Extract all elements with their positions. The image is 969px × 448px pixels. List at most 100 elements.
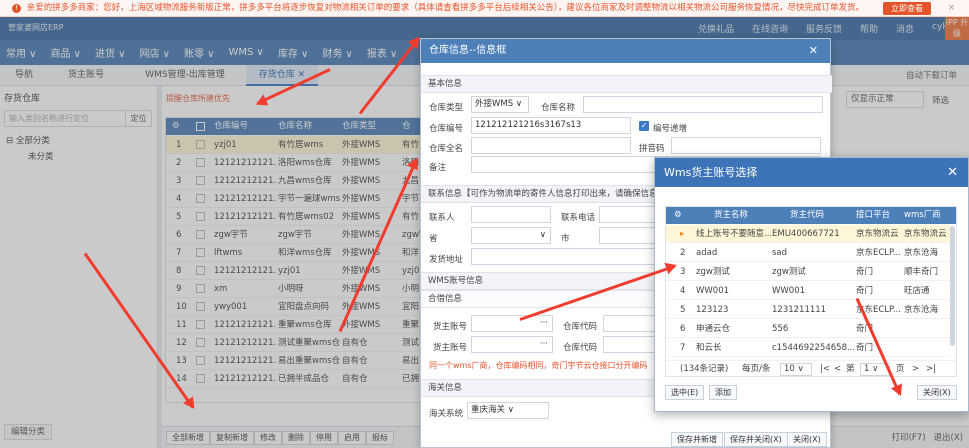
pinyin-field[interactable] xyxy=(671,137,821,154)
save-close-button[interactable]: 保存并关闭(X) xyxy=(724,432,788,447)
dialog-title: 仓库信息--信息框 xyxy=(429,45,507,56)
close-icon[interactable]: × xyxy=(948,0,955,16)
cell-vendor: 京东沧海 xyxy=(904,305,939,315)
label-customs: 海关系统 xyxy=(429,409,464,419)
pager: (134条记录) 每页/条 10 ∨ |< < 第 1 ∨ 页 > >| xyxy=(666,360,956,376)
label-warehouse-code-2: 仓库代码 xyxy=(563,343,598,353)
province-select[interactable]: ∨ xyxy=(471,227,551,244)
owner-table: ⚙ 货主名称 货主代码 接口平台 wms厂商 ▸ 线上账号不要随意... EMU40… xyxy=(665,206,957,377)
cell-code: zgw测试 xyxy=(772,267,806,277)
per-page-value: 10 xyxy=(784,364,795,374)
cell-name: adad xyxy=(696,248,718,258)
close-icon[interactable]: ✕ xyxy=(947,158,958,187)
page-suffix: 页 xyxy=(896,364,905,374)
label-province: 省 xyxy=(429,234,438,244)
close-button[interactable]: 关闭(X) xyxy=(917,385,957,400)
save-new-button[interactable]: 保存并新增 xyxy=(671,432,723,447)
label-address: 发货地址 xyxy=(429,255,464,265)
wms-owner-select-dialog: Wms货主账号选择 ✕ ⚙ 货主名称 货主代码 接口平台 wms厂商 ▸ 线上账号… xyxy=(654,157,969,412)
label-name: 仓库名称 xyxy=(541,103,576,113)
cell-code: sad xyxy=(772,248,788,258)
table-header: ⚙ 货主名称 货主代码 接口平台 wms厂商 xyxy=(666,207,956,224)
last-page-button[interactable]: >| xyxy=(926,361,936,376)
cell-name: 线上账号不要随意... xyxy=(696,229,773,239)
customs-select[interactable]: 重庆海关 ∨ xyxy=(467,402,549,419)
label-pinyin: 拼音码 xyxy=(639,144,665,154)
cell-vendor: 京东物流云 xyxy=(904,229,947,239)
prev-page-button[interactable]: < xyxy=(834,361,841,376)
col-platform[interactable]: 接口平台 xyxy=(856,207,890,224)
page-label: 第 xyxy=(846,364,855,374)
cell-code: 1231211111 xyxy=(772,305,827,315)
notice-text: 亲爱的拼多多商家：您好，上海区域物流服务新版正常，拼多多平台将逐步恢复对物流相关… xyxy=(26,3,864,13)
label-city: 市 xyxy=(561,234,570,244)
page-value: 1 xyxy=(864,364,870,374)
cell-code: EMU400667721 xyxy=(772,229,840,239)
label-type: 仓库类型 xyxy=(429,103,464,113)
label-contact: 联系人 xyxy=(429,213,455,223)
label-warehouse-code: 仓库代码 xyxy=(563,322,598,332)
close-button[interactable]: 关闭(X) xyxy=(787,432,827,447)
owner-account-field[interactable]: ··· xyxy=(471,315,553,332)
close-icon[interactable]: ✕ xyxy=(809,39,818,63)
cell-plat: 奇门 xyxy=(856,324,874,334)
total-records: (134条记录) xyxy=(680,364,729,374)
owner-row[interactable]: 6 申通云仓 556 奇门 xyxy=(666,320,950,338)
per-page-label: 每页/条 xyxy=(742,364,771,374)
cell-plat: 奇门 xyxy=(856,267,874,277)
label-owner-account: 货主账号 xyxy=(433,322,468,332)
scrollbar[interactable] xyxy=(950,226,955,346)
cell-vendor: 京东沧海 xyxy=(904,248,939,258)
wms-tip: 同一个wms厂商，仓库编码相同，奇门宇节云仓接口分开编码 xyxy=(429,361,648,370)
owner-row[interactable]: 2 adad sad 京东ECLP... 京东沧海 xyxy=(666,244,950,262)
cell-code: WW001 xyxy=(772,286,806,296)
contact-field[interactable] xyxy=(471,206,551,223)
add-button[interactable]: 添加 xyxy=(709,385,737,400)
first-page-button[interactable]: |< xyxy=(820,361,830,376)
gear-icon[interactable]: ⚙ xyxy=(674,207,682,224)
dialog-header: 仓库信息--信息框 ✕ xyxy=(421,39,830,63)
type-select[interactable]: 外接WMS ∨ xyxy=(471,96,529,113)
cell-name: 申通云仓 xyxy=(696,324,731,334)
cell-plat: 京东ECLP... xyxy=(856,248,901,258)
section-basic: 基本信息 xyxy=(421,75,832,93)
cell-vendor: 顺丰奇门 xyxy=(904,267,939,277)
col-owner-code[interactable]: 货主代码 xyxy=(790,207,824,224)
cell-name: 和云长 xyxy=(696,343,722,353)
owner-row[interactable]: 5 123123 1231211111 京东ECLP... 京东沧海 xyxy=(666,301,950,319)
select-button[interactable]: 选中(E) xyxy=(665,385,705,400)
cell-vendor: 旺店通 xyxy=(904,286,930,296)
col-owner-name[interactable]: 货主名称 xyxy=(714,207,748,224)
owner-account-field-2[interactable]: ··· xyxy=(471,336,553,353)
label-fullname: 仓库全名 xyxy=(429,144,464,154)
owner-row[interactable]: 4 WW001 WW001 奇门 旺店通 xyxy=(666,282,950,300)
cell-code: c1544692254658... xyxy=(772,343,854,353)
cell-name: WW001 xyxy=(696,286,730,296)
next-page-button[interactable]: > xyxy=(912,361,919,376)
cell-plat: 京东物流云 xyxy=(856,229,899,239)
label-phone: 联系电话 xyxy=(561,213,596,223)
notice-view-button[interactable]: 立即查看 xyxy=(883,2,931,15)
col-vendor[interactable]: wms厂商 xyxy=(904,207,941,224)
notice-bar: ! 亲爱的拼多多商家：您好，上海区域物流服务新版正常，拼多多平台将逐步恢复对物流… xyxy=(0,0,969,17)
cell-plat: 奇门 xyxy=(856,286,874,296)
cell-name: zgw测试 xyxy=(696,267,730,277)
label-remark: 备注 xyxy=(429,163,447,173)
customs-value: 重庆海关 xyxy=(471,405,506,415)
label-auto-increment: 编号递增 xyxy=(653,124,688,134)
owner-row[interactable]: ▸ 线上账号不要随意... EMU400667721 京东物流云 京东物流云 xyxy=(666,225,950,243)
warning-icon: ! xyxy=(12,4,21,13)
cell-name: 123123 xyxy=(696,305,729,315)
label-owner-account-2: 货主账号 xyxy=(433,343,468,353)
fullname-field[interactable] xyxy=(471,137,631,154)
code-field[interactable]: 121212121216s3167s13 xyxy=(471,117,631,134)
auto-increment-checkbox[interactable]: ✓ xyxy=(639,121,649,131)
dialog-title: Wms货主账号选择 xyxy=(664,166,758,179)
per-page-select[interactable]: 10 ∨ xyxy=(780,363,812,376)
type-value: 外接WMS xyxy=(475,99,514,109)
name-field[interactable] xyxy=(583,96,823,113)
owner-row[interactable]: 3 zgw测试 zgw测试 奇门 顺丰奇门 xyxy=(666,263,950,281)
label-code: 仓库编号 xyxy=(429,124,464,134)
owner-row[interactable]: 7 和云长 c1544692254658... 奇门 xyxy=(666,339,950,357)
cell-code: 556 xyxy=(772,324,789,334)
